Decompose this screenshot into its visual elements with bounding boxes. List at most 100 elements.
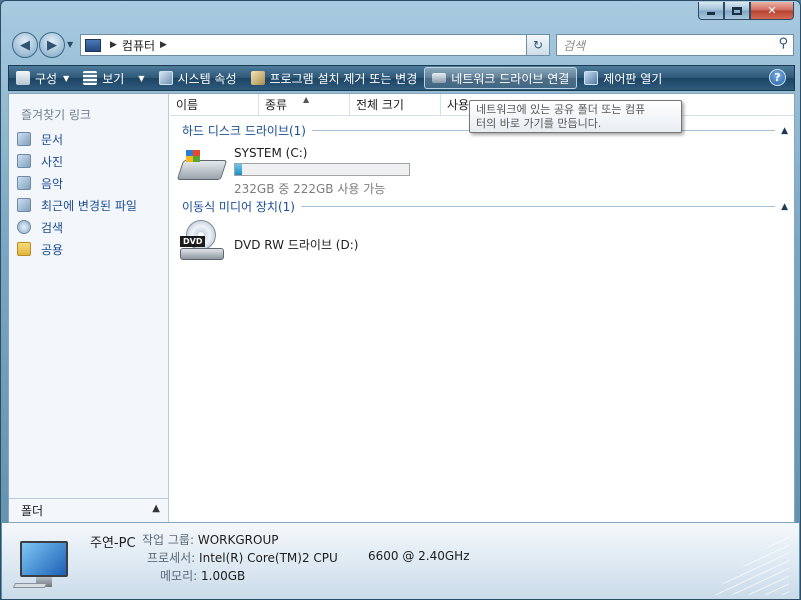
control-panel-button[interactable]: 제어판 열기 xyxy=(577,67,669,89)
map-network-drive-button[interactable]: 네트워크 드라이브 연결 xyxy=(424,67,578,89)
drive-name: DVD RW 드라이브 (D:) xyxy=(234,238,359,252)
column-header-type-label: 종류 xyxy=(265,98,288,112)
workgroup-label: 작업 그룹: xyxy=(142,533,195,547)
refresh-button[interactable]: ↻ xyxy=(526,34,550,56)
forward-arrow-icon: ▶ xyxy=(47,37,57,53)
organize-label: 구성 xyxy=(35,71,58,86)
drive-item-c[interactable]: SYSTEM (C:) 232GB 중 222GB 사용 가능 xyxy=(176,146,410,197)
chevron-up-icon[interactable]: ▲ xyxy=(781,202,788,212)
sort-ascending-icon: ▲ xyxy=(303,95,310,104)
group-title: 이동식 미디어 장치(1) xyxy=(182,200,295,214)
forward-button[interactable]: ▶ xyxy=(39,32,65,58)
recent-files-icon xyxy=(17,198,31,212)
breadcrumb-separator-icon[interactable]: ▶ xyxy=(110,40,117,50)
music-icon xyxy=(17,176,31,190)
refresh-icon: ↻ xyxy=(532,38,544,52)
column-header-total-size[interactable]: 전체 크기 xyxy=(350,94,441,116)
monitor-icon xyxy=(20,541,68,577)
sidebar-item-label: 사진 xyxy=(41,154,64,169)
views-label: 보기 xyxy=(102,71,125,86)
folder-icon xyxy=(17,242,31,256)
computer-icon xyxy=(85,38,101,52)
chevron-up-icon[interactable]: ▲ xyxy=(781,126,788,136)
memory-value: 1.00GB xyxy=(201,569,246,583)
breadcrumb-computer[interactable]: 컴퓨터 xyxy=(122,37,155,54)
help-button[interactable]: ? xyxy=(769,69,786,86)
details-pane: 주연-PC 작업 그룹: WORKGROUP 프로세서: Intel(R) Co… xyxy=(2,523,799,599)
close-icon: ✕ xyxy=(767,4,777,17)
uninstall-label: 프로그램 설치 제거 또는 변경 xyxy=(269,71,418,86)
back-button[interactable]: ◀ xyxy=(12,32,38,58)
processor-label: 프로세서: xyxy=(147,551,196,565)
tooltip-line: 네트워크에 있는 공유 폴더 또는 컴퓨 xyxy=(476,103,646,116)
search-icon xyxy=(17,220,31,234)
search-placeholder: 검색 xyxy=(563,38,586,53)
drive-usage-bar xyxy=(234,163,410,176)
computer-icon xyxy=(12,537,72,589)
folders-label: 폴더 xyxy=(21,504,44,518)
views-button[interactable]: 보기 ▼ xyxy=(76,67,151,89)
dvd-label: DVD xyxy=(180,236,206,247)
favorite-links-list: 문서 사진 음악 최근에 변경된 파일 검색 공용 xyxy=(17,128,137,260)
memory-row: 메모리: 1.00GB xyxy=(160,567,245,584)
chevron-down-icon: ▼ xyxy=(63,73,70,83)
system-properties-button[interactable]: 시스템 속성 xyxy=(152,67,244,89)
sidebar-item-pictures[interactable]: 사진 xyxy=(17,150,137,172)
drive-item-d[interactable]: DVD DVD RW 드라이브 (D:) xyxy=(178,220,358,266)
dvd-drive-icon: DVD xyxy=(178,220,226,266)
sidebar-item-recent[interactable]: 최근에 변경된 파일 xyxy=(17,194,137,216)
sidebar-item-label: 문서 xyxy=(41,132,64,147)
uninstall-program-button[interactable]: 프로그램 설치 제거 또는 변경 xyxy=(244,67,425,89)
sidebar-item-music[interactable]: 음악 xyxy=(17,172,137,194)
control-panel-icon xyxy=(584,71,599,85)
file-list-pane: 이름 종류 ▲ 전체 크기 사용 하드 디스크 드라이브(1) ▲ SYSTEM… xyxy=(170,94,794,522)
close-button[interactable]: ✕ xyxy=(750,2,794,20)
sidebar-item-label: 공용 xyxy=(41,242,64,257)
column-header-name[interactable]: 이름 xyxy=(170,94,259,116)
windows-logo-icon xyxy=(186,150,200,162)
minimize-button[interactable] xyxy=(698,2,724,20)
address-bar[interactable]: ▶ 컴퓨터 ▶ ▼ xyxy=(80,34,548,56)
maximize-button[interactable] xyxy=(724,2,750,20)
network-drive-icon xyxy=(432,73,447,83)
group-divider xyxy=(300,206,776,207)
chevron-down-icon: ▼ xyxy=(138,73,145,83)
column-header-type[interactable]: 종류 ▲ xyxy=(259,94,350,116)
drive-info: SYSTEM (C:) 232GB 중 222GB 사용 가능 xyxy=(234,146,410,197)
search-input[interactable]: 검색 ⚲ xyxy=(556,34,794,56)
drive-name: SYSTEM (C:) xyxy=(234,146,308,160)
map-drive-tooltip: 네트워크에 있는 공유 폴더 또는 컴퓨 터의 바로 가기를 만듭니다. xyxy=(469,100,682,133)
sidebar-item-documents[interactable]: 문서 xyxy=(17,128,137,150)
search-icon[interactable]: ⚲ xyxy=(778,36,788,51)
sidebar-item-search[interactable]: 검색 xyxy=(17,216,137,238)
sidebar-item-public[interactable]: 공용 xyxy=(17,238,137,260)
hard-disk-body xyxy=(176,160,228,180)
sidebar-item-label: 음악 xyxy=(41,176,64,191)
decorative-swoosh xyxy=(709,529,789,595)
sidebar-item-label: 검색 xyxy=(41,220,64,235)
memory-label: 메모리: xyxy=(160,569,198,583)
drive-usage-fill xyxy=(235,164,243,175)
chevron-up-icon: ▲ xyxy=(152,503,160,514)
maximize-icon xyxy=(732,6,742,15)
hard-disk-icon xyxy=(176,146,228,186)
system-properties-icon xyxy=(158,71,173,85)
navigation-pane: 즐겨찾기 링크 문서 사진 음악 최근에 변경된 파일 검색 공용 폴더 ▲ xyxy=(9,94,169,522)
pictures-icon xyxy=(17,154,31,168)
processor-value: Intel(R) Core(TM)2 CPU xyxy=(199,551,338,565)
organize-icon xyxy=(16,71,30,85)
folders-toggle[interactable]: 폴더 ▲ xyxy=(9,498,168,522)
drive-free-space: 232GB 중 222GB 사용 가능 xyxy=(234,182,386,196)
back-arrow-icon: ◀ xyxy=(20,37,30,53)
uninstall-icon xyxy=(250,71,265,85)
command-toolbar: 구성 ▼ 보기 ▼ 시스템 속성 프로그램 설치 제거 또는 변경 네트워크 드… xyxy=(8,65,795,91)
organize-button[interactable]: 구성 ▼ xyxy=(9,67,76,89)
processor-speed: 6600 @ 2.40GHz xyxy=(368,549,470,563)
group-header-removable[interactable]: 이동식 미디어 장치(1) ▲ xyxy=(182,198,788,215)
breadcrumb-separator-icon[interactable]: ▶ xyxy=(160,40,167,50)
recent-pages-dropdown[interactable]: ▼ xyxy=(67,40,73,49)
system-properties-label: 시스템 속성 xyxy=(177,71,237,86)
keyboard-icon xyxy=(12,583,48,588)
map-network-drive-label: 네트워크 드라이브 연결 xyxy=(451,71,570,86)
address-row: ◀ ▶ ▼ ▶ 컴퓨터 ▶ ▼ ↻ 검색 ⚲ xyxy=(9,31,795,59)
